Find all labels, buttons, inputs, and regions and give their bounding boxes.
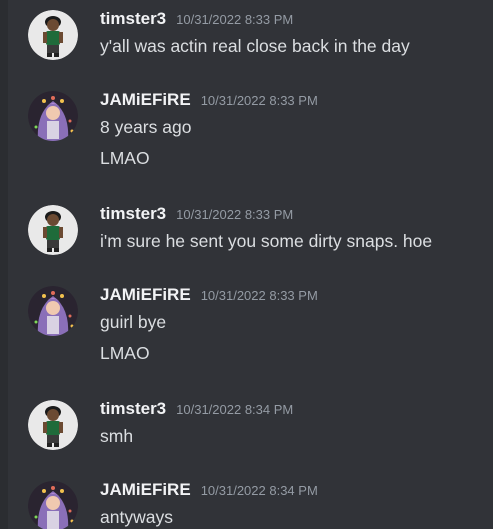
timster-avatar-icon[interactable] [28,10,78,60]
message-header: timster3 10/31/2022 8:33 PM [100,9,293,31]
jamiefire-avatar-icon[interactable] [28,91,78,141]
message-text: LMAO [100,148,150,168]
timestamp[interactable]: 10/31/2022 8:33 PM [176,207,293,222]
message-group: JAMiEFiRE 10/31/2022 8:34 PM antyways [0,473,493,529]
username[interactable]: JAMiEFiRE [100,90,191,110]
chat-messages: timster3 10/31/2022 8:33 PM y'all was ac… [0,0,493,529]
message-group: timster3 10/31/2022 8:34 PM smh [0,392,493,454]
timestamp[interactable]: 10/31/2022 8:33 PM [176,12,293,27]
message-text: y'all was actin real close back in the d… [100,36,410,56]
username[interactable]: timster3 [100,204,166,224]
message-header: timster3 10/31/2022 8:34 PM [100,399,293,421]
username[interactable]: JAMiEFiRE [100,480,191,500]
username[interactable]: timster3 [100,399,166,419]
username[interactable]: timster3 [100,9,166,29]
timestamp[interactable]: 10/31/2022 8:33 PM [201,288,318,303]
jamiefire-avatar-icon[interactable] [28,286,78,336]
message-header: JAMiEFiRE 10/31/2022 8:33 PM [100,285,318,307]
message-group: timster3 10/31/2022 8:33 PM y'all was ac… [0,2,493,64]
timster-avatar-icon[interactable] [28,400,78,450]
timestamp[interactable]: 10/31/2022 8:33 PM [201,93,318,108]
timster-avatar-icon[interactable] [28,205,78,255]
message-header: timster3 10/31/2022 8:33 PM [100,204,293,226]
message-text: smh [100,426,134,446]
message-text: 8 years ago [100,117,192,137]
timestamp[interactable]: 10/31/2022 8:34 PM [176,402,293,417]
message-header: JAMiEFiRE 10/31/2022 8:33 PM [100,90,318,112]
message-header: JAMiEFiRE 10/31/2022 8:34 PM [100,480,318,502]
message-text: LMAO [100,343,150,363]
timestamp[interactable]: 10/31/2022 8:34 PM [201,483,318,498]
username[interactable]: JAMiEFiRE [100,285,191,305]
message-group: JAMiEFiRE 10/31/2022 8:33 PM 8 years ago… [0,83,493,179]
message-text: i'm sure he sent you some dirty snaps. h… [100,231,433,251]
message-group: JAMiEFiRE 10/31/2022 8:33 PM guirl bye L… [0,278,493,374]
message-text: guirl bye [100,312,167,332]
message-text: antyways [100,507,173,527]
jamiefire-avatar-icon[interactable] [28,481,78,529]
message-group: timster3 10/31/2022 8:33 PM i'm sure he … [0,197,493,259]
